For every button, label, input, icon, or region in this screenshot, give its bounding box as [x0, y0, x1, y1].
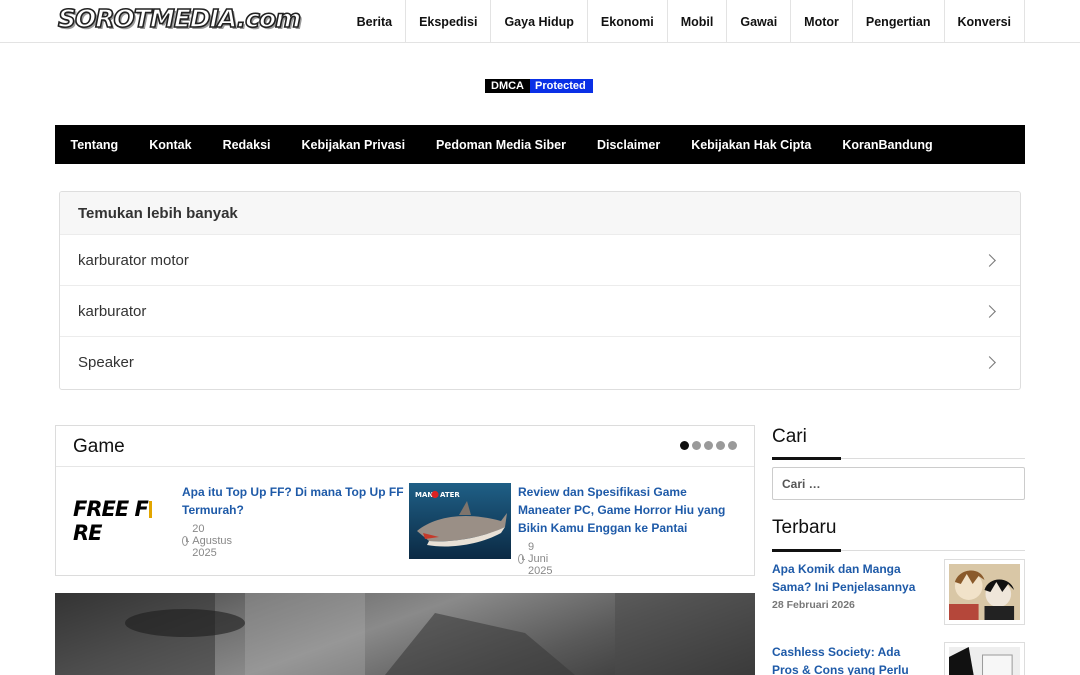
free-fire-logo: FREE FRE: [73, 497, 175, 545]
nav-item-gaya-hidup[interactable]: Gaya Hidup: [491, 0, 588, 43]
related-searches-box: Temukan lebih banyak karburator motor ka…: [59, 191, 1021, 390]
latest-post-date: 28 Februari 2026: [772, 599, 855, 611]
featured-image[interactable]: [55, 593, 755, 675]
site-header: SOROTMEDIA.com Berita Ekspedisi Gaya Hid…: [0, 0, 1080, 43]
related-search-item[interactable]: karburator motor: [60, 234, 1020, 285]
clock-icon: [518, 554, 525, 564]
sidebar-search-title: Cari: [772, 426, 807, 447]
svg-text:MAN: MAN: [415, 491, 433, 499]
chevron-right-icon: [983, 355, 996, 369]
svg-text:ATER: ATER: [440, 491, 460, 499]
menu-item-disclaimer[interactable]: Disclaimer: [581, 138, 675, 152]
sidebar-latest-title: Terbaru: [772, 517, 837, 538]
post-date-text: 9 Juni 2025: [528, 541, 553, 577]
secondary-menu: Tentang Kontak Redaksi Kebijakan Privasi…: [55, 125, 1025, 164]
chevron-right-icon: [983, 253, 996, 267]
menu-item-pedoman-media-siber[interactable]: Pedoman Media Siber: [421, 138, 582, 152]
clock-icon: [182, 536, 190, 546]
maneater-shark-image: MAN ATER: [409, 483, 511, 559]
latest-post-thumbnail[interactable]: [944, 642, 1025, 675]
related-search-label: Speaker: [78, 353, 134, 371]
nav-item-konversi[interactable]: Konversi: [945, 0, 1025, 43]
nav-item-mobil[interactable]: Mobil: [668, 0, 728, 43]
latest-post: Cashless Society: Ada Pros & Cons yang P…: [772, 642, 1025, 675]
game-widget: Game FREE FRE Apa itu Top Up FF? Di mana…: [55, 425, 755, 577]
related-searches-title: Temukan lebih banyak: [60, 192, 1020, 234]
cashless-image: [949, 647, 1020, 675]
game-widget-title: Game: [73, 436, 125, 457]
nav-item-pengertian[interactable]: Pengertian: [853, 0, 945, 43]
latest-post-thumbnail[interactable]: [944, 559, 1025, 625]
post-thumbnail[interactable]: FREE FRE: [73, 483, 175, 559]
related-search-item[interactable]: Speaker: [60, 336, 1020, 387]
related-search-label: karburator: [78, 302, 147, 320]
dmca-label: DMCA: [485, 79, 530, 93]
search-input[interactable]: [772, 467, 1025, 500]
carousel-dot-1[interactable]: [680, 441, 689, 450]
sidebar-divider: [772, 549, 1025, 552]
sidebar-divider: [772, 457, 1025, 460]
post-title-link[interactable]: Apa itu Top Up FF? Di mana Top Up FF Ter…: [182, 483, 404, 519]
top-nav: Berita Ekspedisi Gaya Hidup Ekonomi Mobi…: [344, 0, 1025, 43]
latest-post: Apa Komik dan Manga Sama? Ini Penjelasan…: [772, 559, 1025, 625]
menu-item-redaksi[interactable]: Redaksi: [207, 138, 286, 152]
post-date: 9 Juni 2025: [518, 541, 556, 577]
menu-item-kontak[interactable]: Kontak: [134, 138, 207, 152]
site-logo[interactable]: SOROTMEDIA.com: [57, 3, 302, 34]
menu-item-kebijakan-privasi[interactable]: Kebijakan Privasi: [286, 138, 421, 152]
latest-post-title-link[interactable]: Cashless Society: Ada Pros & Cons yang P…: [772, 643, 922, 675]
chevron-right-icon: [983, 304, 996, 318]
manga-image: [949, 564, 1020, 620]
menu-item-tentang[interactable]: Tentang: [55, 138, 134, 152]
nav-item-ekonomi[interactable]: Ekonomi: [588, 0, 668, 43]
featured-photo: [55, 593, 755, 675]
post-title-link[interactable]: Review dan Spesifikasi Game Maneater PC,…: [518, 483, 740, 537]
nav-item-berita[interactable]: Berita: [344, 0, 407, 43]
post-date-text: 20 Agustus 2025: [192, 523, 232, 559]
menu-item-koranbandung[interactable]: KoranBandung: [827, 138, 948, 152]
dmca-protected-label: Protected: [530, 79, 593, 93]
carousel-dot-2[interactable]: [692, 441, 701, 450]
dmca-badge[interactable]: DMCA Protected: [485, 79, 593, 93]
latest-post-title-link[interactable]: Apa Komik dan Manga Sama? Ini Penjelasan…: [772, 560, 922, 596]
divider: [56, 466, 754, 467]
menu-item-kebijakan-hak-cipta[interactable]: Kebijakan Hak Cipta: [676, 138, 827, 152]
carousel-dot-5[interactable]: [728, 441, 737, 450]
related-search-label: karburator motor: [78, 251, 189, 269]
carousel-dots: [680, 441, 737, 450]
nav-item-ekspedisi[interactable]: Ekspedisi: [406, 0, 492, 43]
nav-item-gawai[interactable]: Gawai: [727, 0, 792, 43]
related-search-item[interactable]: karburator: [60, 285, 1020, 336]
carousel-dot-3[interactable]: [704, 441, 713, 450]
post-date: 20 Agustus 2025: [182, 523, 236, 559]
post-thumbnail[interactable]: MAN ATER: [409, 483, 511, 559]
carousel-dot-4[interactable]: [716, 441, 725, 450]
nav-item-motor[interactable]: Motor: [791, 0, 853, 43]
